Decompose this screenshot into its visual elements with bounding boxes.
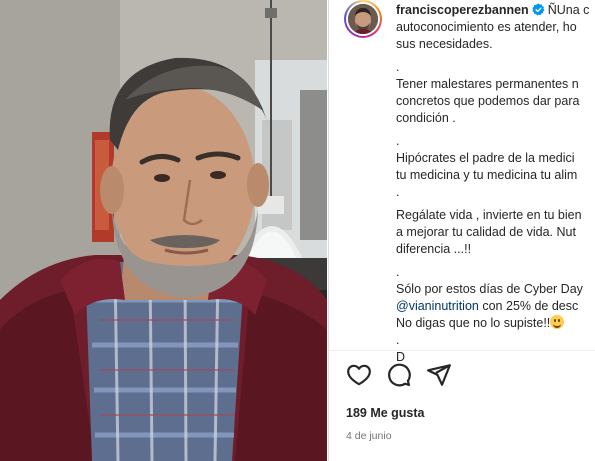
comment-button[interactable] — [386, 362, 414, 390]
mention-link[interactable]: @vianinutrition — [396, 299, 479, 313]
caption-line: diferencia ...!! — [396, 242, 472, 256]
caption-line: sus necesidades. — [396, 37, 493, 51]
caption-line: a mejorar tu calidad de vida. Nut — [396, 225, 576, 239]
caption-line: tu medicina y tu medicina tu alim — [396, 168, 578, 182]
caption-line: . — [396, 134, 400, 148]
post-video[interactable] — [0, 0, 327, 461]
username-link[interactable]: franciscoperezbannen — [396, 3, 529, 17]
video-frame-illustration — [0, 0, 327, 461]
caption-line: . — [396, 333, 400, 347]
avatar-image — [348, 4, 378, 34]
post-caption: franciscoperezbannen ÑUna c autoconocimie… — [396, 2, 595, 366]
like-button[interactable] — [346, 362, 374, 390]
caption-line: Sólo por estos días de Cyber Day — [396, 282, 583, 296]
caption-line: con 25% de desc — [482, 299, 579, 313]
caption-line: No digas que no lo supiste!! — [396, 316, 551, 330]
caption-line: condición . — [396, 111, 456, 125]
caption-line: . — [396, 185, 400, 199]
verified-badge-icon — [532, 3, 545, 16]
caption-line: Tener malestares permanentes n — [396, 77, 579, 91]
profile-avatar-story-ring[interactable] — [344, 0, 382, 38]
caption-line: concretos que podemos dar para — [396, 94, 580, 108]
caption-line: Hipócrates el padre de la medici — [396, 151, 575, 165]
avatar[interactable] — [348, 4, 378, 34]
actions-divider — [329, 350, 595, 351]
grinning-face-emoji — [550, 315, 565, 329]
caption-line: Regálate vida , invierte en tu bien — [396, 208, 582, 222]
post-date[interactable]: 4 de junio — [346, 430, 392, 442]
share-icon — [427, 364, 451, 386]
instagram-post: franciscoperezbannen ÑUna c autoconocimie… — [0, 0, 595, 461]
heart-icon — [347, 364, 371, 386]
comment-icon — [388, 363, 411, 387]
caption-line: . — [396, 60, 400, 74]
caption-line: ÑUna c — [547, 3, 590, 17]
like-count[interactable]: 189 Me gusta — [346, 406, 425, 420]
share-button[interactable] — [426, 362, 454, 390]
post-sidebar: franciscoperezbannen ÑUna c autoconocimie… — [328, 0, 595, 461]
caption-line: . — [396, 265, 400, 279]
caption-line: autoconocimiento es atender, ho — [396, 20, 577, 34]
